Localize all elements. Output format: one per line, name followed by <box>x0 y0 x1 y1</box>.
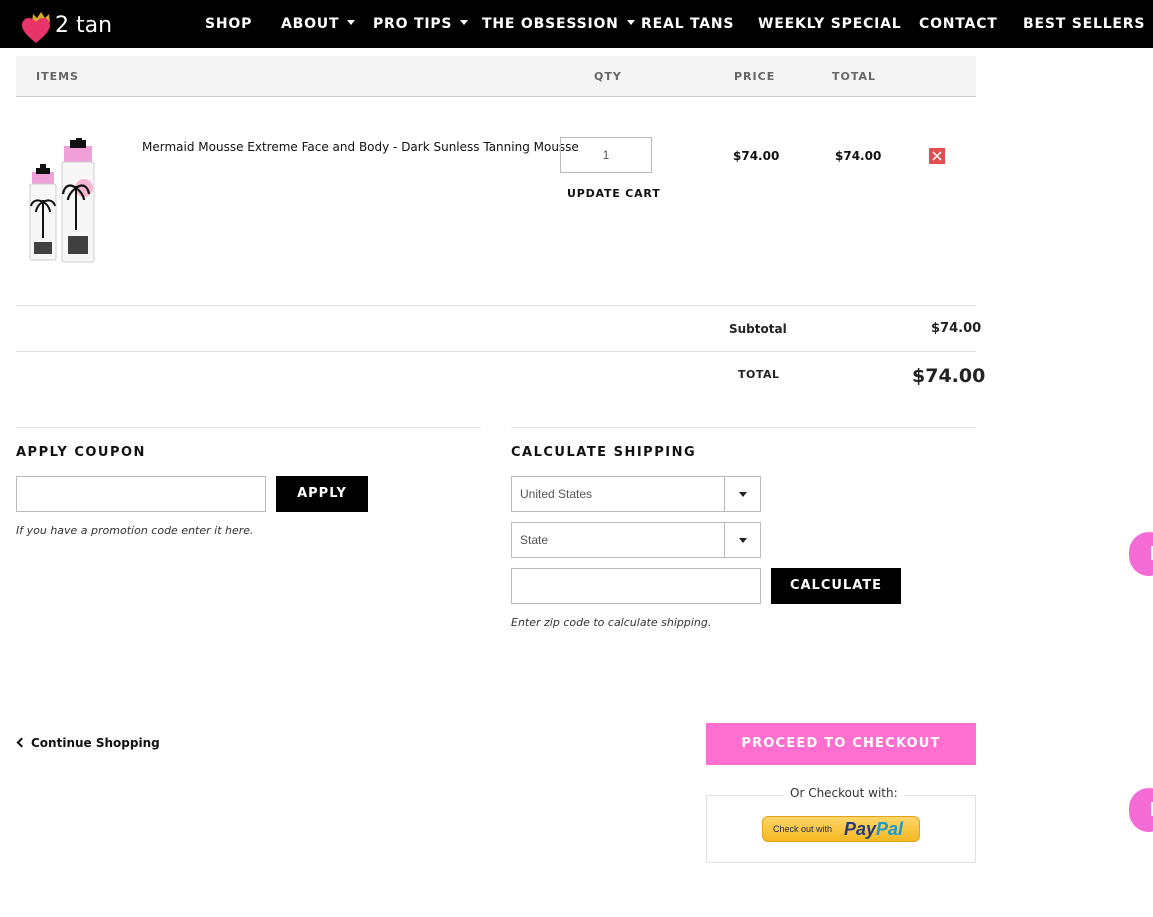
nav-label: BEST SELLERS <box>1023 16 1146 32</box>
caret-down-icon <box>460 19 469 25</box>
country-select[interactable]: United States <box>511 476 761 512</box>
header-total: TOTAL <box>832 70 877 83</box>
nav-item-shop[interactable]: SHOP <box>205 16 252 32</box>
chevron-down-icon <box>739 492 747 497</box>
heart-icon <box>22 18 50 43</box>
header-items: ITEMS <box>36 70 79 83</box>
top-nav-bar: 2 tan SHOP ABOUT PRO TIPS THE OBSESSION … <box>0 0 1153 48</box>
coupon-input[interactable] <box>16 476 266 512</box>
product-name[interactable]: Mermaid Mousse Extreme Face and Body - D… <box>142 140 579 154</box>
nav-label: WEEKLY SPECIAL <box>758 16 902 32</box>
alt-checkout-label: Or Checkout with: <box>784 786 904 800</box>
floating-rewards-button[interactable] <box>1129 788 1153 832</box>
divider <box>16 351 976 352</box>
nav-item-real-tans[interactable]: REAL TANS <box>641 16 734 32</box>
item-price: $74.00 <box>733 149 780 163</box>
chevron-down-icon <box>739 538 747 543</box>
nav-item-the-obsession[interactable]: THE OBSESSION <box>482 16 635 32</box>
chevron-left-icon <box>16 737 27 748</box>
shipping-hint: Enter zip code to calculate shipping. <box>511 616 712 629</box>
nav-label: SHOP <box>205 16 253 32</box>
apply-coupon-button[interactable]: APPLY <box>276 476 368 512</box>
update-cart-button[interactable]: UPDATE CART <box>567 187 661 200</box>
state-select[interactable]: State <box>511 522 761 558</box>
caret-down-icon <box>626 19 635 25</box>
nav-item-contact[interactable]: CONTACT <box>919 16 998 32</box>
proceed-to-checkout-button[interactable]: PROCEED TO CHECKOUT <box>706 723 976 765</box>
calculate-shipping-button[interactable]: CALCULATE <box>771 568 901 604</box>
nav-label: PRO TIPS <box>373 16 453 32</box>
nav-item-best-sellers[interactable]: BEST SELLERS <box>1023 16 1145 32</box>
total-label: TOTAL <box>738 368 780 381</box>
nav-label: ABOUT <box>281 16 340 32</box>
remove-item-button[interactable] <box>929 148 945 164</box>
coupon-hint: If you have a promotion code enter it he… <box>16 524 254 537</box>
subtotal-label: Subtotal <box>729 322 787 336</box>
header-qty: QTY <box>594 70 622 83</box>
continue-shopping-label: Continue Shopping <box>31 736 160 750</box>
divider <box>16 427 481 428</box>
logo-text: 2 tan <box>55 13 113 38</box>
shipping-title: CALCULATE SHIPPING <box>511 445 697 460</box>
nav-item-weekly-special[interactable]: WEEKLY SPECIAL <box>758 16 902 32</box>
total-value: $74.00 <box>912 365 986 387</box>
paypal-logo: PayPal <box>844 819 903 840</box>
divider <box>16 305 976 306</box>
item-total: $74.00 <box>835 149 882 163</box>
paypal-checkout-button[interactable]: Check out with PayPal <box>762 816 920 842</box>
subtotal-value: $74.00 <box>931 321 982 336</box>
zip-code-input[interactable] <box>511 568 761 604</box>
nav-label: THE OBSESSION <box>482 16 619 32</box>
divider <box>511 427 976 428</box>
close-icon <box>932 151 942 161</box>
select-divider <box>724 477 725 511</box>
nav-item-pro-tips[interactable]: PRO TIPS <box>373 16 469 32</box>
nav-item-about[interactable]: ABOUT <box>281 16 356 32</box>
header-price: PRICE <box>734 70 776 83</box>
paypal-word-pay: Pay <box>844 819 877 839</box>
select-divider <box>724 523 725 557</box>
paypal-prefix: Check out with <box>773 824 833 834</box>
continue-shopping-link[interactable]: Continue Shopping <box>16 736 160 750</box>
coupon-title: APPLY COUPON <box>16 445 146 460</box>
nav-label: REAL TANS <box>641 16 735 32</box>
cart-table-header: ITEMS QTY PRICE TOTAL <box>16 56 976 97</box>
site-logo[interactable]: 2 tan <box>20 10 120 43</box>
country-select-value: United States <box>520 487 593 501</box>
state-select-value: State <box>520 533 549 547</box>
nav-label: CONTACT <box>919 16 998 32</box>
product-image[interactable] <box>24 138 100 264</box>
quantity-input[interactable]: 1 <box>560 137 652 173</box>
floating-chat-button[interactable] <box>1129 532 1153 576</box>
paypal-word-pal: Pal <box>876 819 904 839</box>
caret-down-icon <box>347 19 356 25</box>
